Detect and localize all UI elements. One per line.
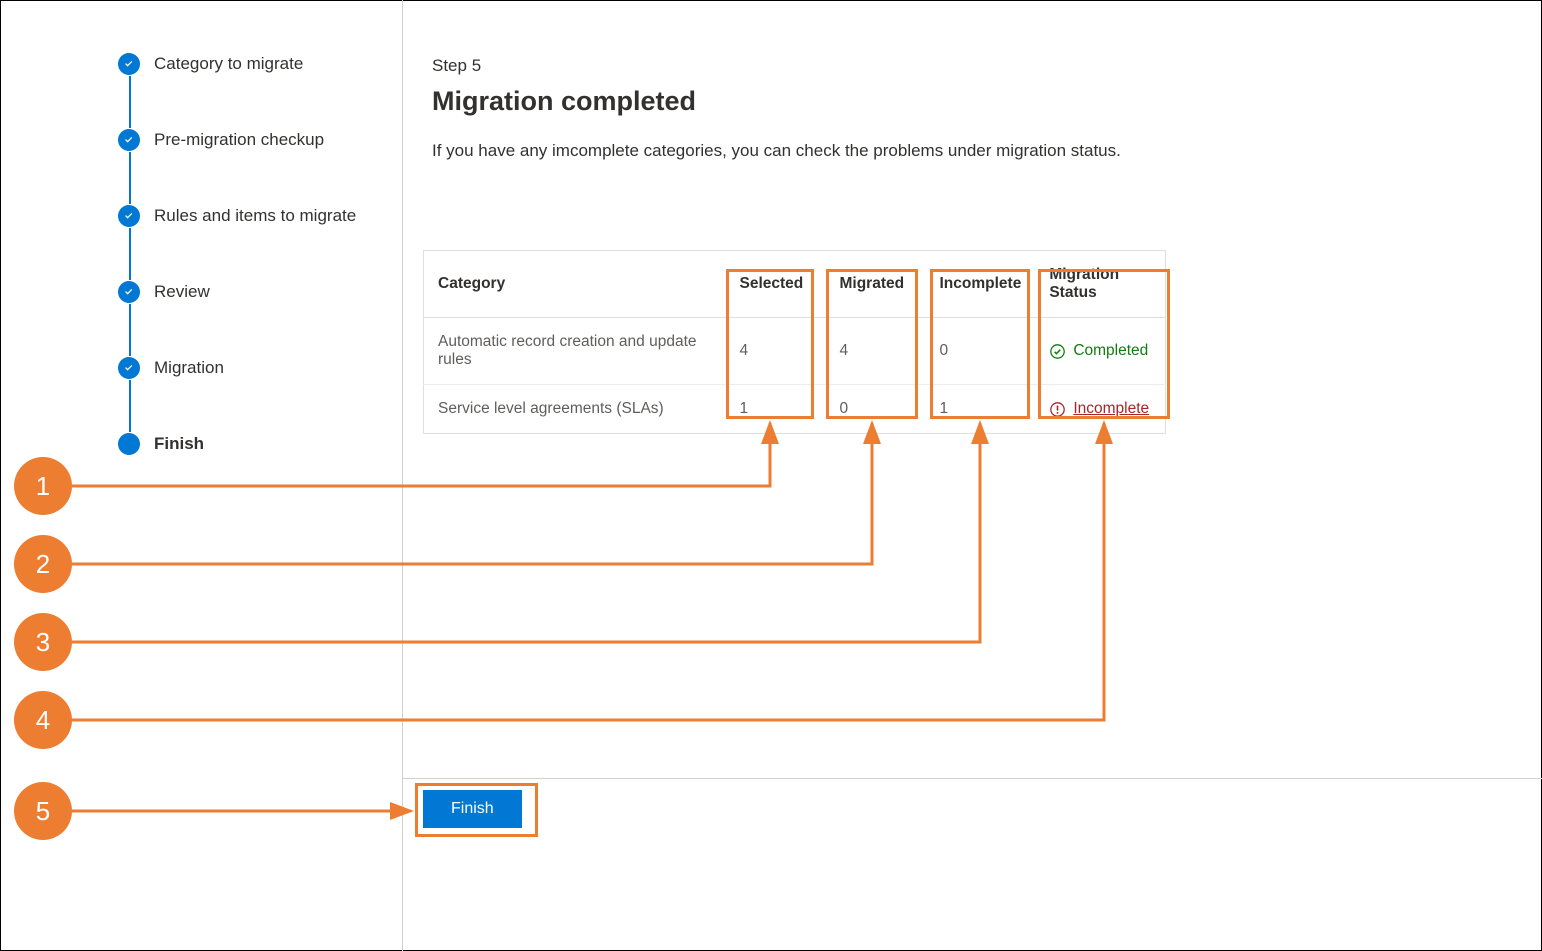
status-link-incomplete[interactable]: Incomplete [1073, 400, 1149, 418]
annotation-callout-1: 1 [14, 457, 72, 515]
footer-separator [402, 778, 1542, 779]
cell-status: Incomplete [1035, 385, 1165, 434]
cell-status: Completed [1035, 318, 1165, 385]
cell-category: Automatic record creation and update rul… [424, 318, 726, 385]
step-label: Pre-migration checkup [154, 130, 324, 150]
table-row: Automatic record creation and update rul… [424, 318, 1166, 385]
col-category: Category [424, 251, 726, 318]
step-finish[interactable]: Finish [118, 432, 398, 456]
annotation-callout-5: 5 [14, 782, 72, 840]
checkmark-icon [118, 53, 140, 75]
checkmark-icon [118, 205, 140, 227]
col-status: Migration Status [1035, 251, 1165, 318]
page-description: If you have any imcomplete categories, y… [432, 139, 1192, 164]
table-header-row: Category Selected Migrated Incomplete Mi… [424, 251, 1166, 318]
step-label: Finish [154, 434, 204, 454]
step-label: Rules and items to migrate [154, 206, 356, 226]
step-rules-and-items[interactable]: Rules and items to migrate [118, 204, 398, 228]
error-icon [1049, 401, 1066, 418]
step-label: Migration [154, 358, 224, 378]
current-step-icon [118, 433, 140, 455]
cell-incomplete: 1 [926, 385, 1036, 434]
checkmark-icon [118, 129, 140, 151]
migration-results-table: Category Selected Migrated Incomplete Mi… [423, 250, 1166, 434]
status-text: Completed [1073, 342, 1148, 360]
cell-selected: 1 [726, 385, 826, 434]
step-migration[interactable]: Migration [118, 356, 398, 380]
annotation-callout-2: 2 [14, 535, 72, 593]
col-selected: Selected [726, 251, 826, 318]
success-icon [1049, 343, 1066, 360]
cell-selected: 4 [726, 318, 826, 385]
checkmark-icon [118, 357, 140, 379]
table-row: Service level agreements (SLAs) 1 0 1 In… [424, 385, 1166, 434]
step-pre-migration-checkup[interactable]: Pre-migration checkup [118, 128, 398, 152]
finish-button[interactable]: Finish [423, 790, 522, 828]
cell-migrated: 0 [826, 385, 926, 434]
cell-incomplete: 0 [926, 318, 1036, 385]
cell-category: Service level agreements (SLAs) [424, 385, 726, 434]
wizard-stepper: Category to migrate Pre-migration checku… [118, 52, 398, 456]
col-migrated: Migrated [826, 251, 926, 318]
step-label: Category to migrate [154, 54, 303, 74]
annotation-callout-4: 4 [14, 691, 72, 749]
annotation-callout-3: 3 [14, 613, 72, 671]
page-title: Migration completed [432, 86, 1512, 117]
main-content: Step 5 Migration completed If you have a… [432, 56, 1512, 224]
vertical-divider [402, 0, 403, 951]
step-label: Review [154, 282, 210, 302]
col-incomplete: Incomplete [926, 251, 1036, 318]
step-category-to-migrate[interactable]: Category to migrate [118, 52, 398, 76]
checkmark-icon [118, 281, 140, 303]
step-number: Step 5 [432, 56, 1512, 76]
cell-migrated: 4 [826, 318, 926, 385]
step-review[interactable]: Review [118, 280, 398, 304]
